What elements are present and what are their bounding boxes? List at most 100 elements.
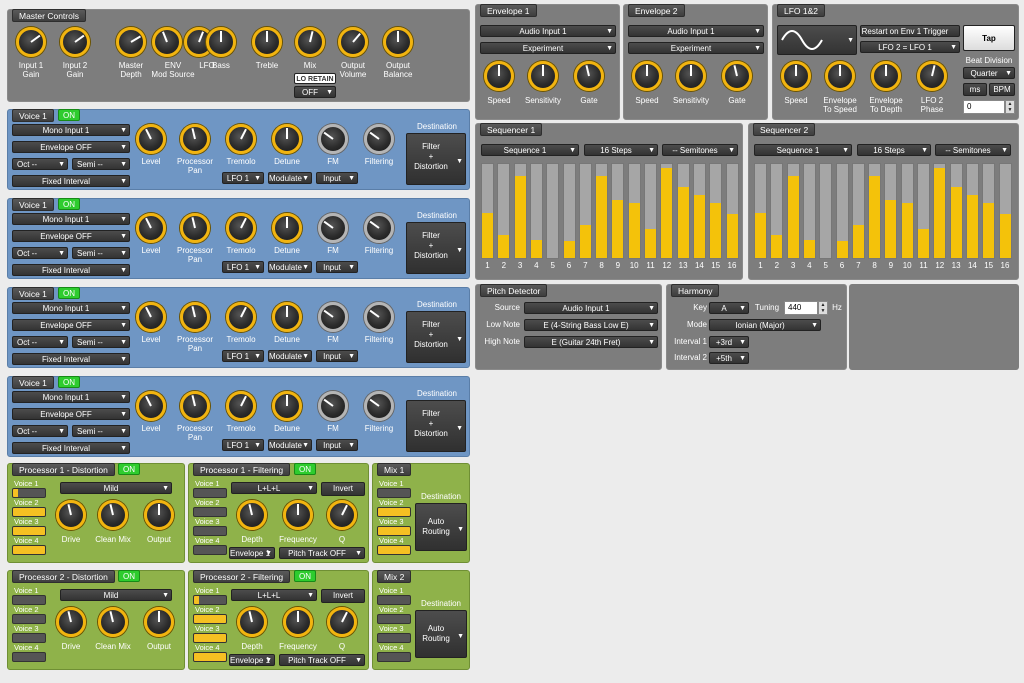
sequencer-step-bar[interactable] — [481, 163, 494, 259]
envelope-mode-select[interactable]: Experiment ▼ — [628, 42, 764, 54]
filtering-mode-select[interactable]: L+L+L ▼ — [231, 589, 317, 601]
distortion-knob-0[interactable] — [56, 500, 86, 530]
distortion-knob-1[interactable] — [98, 500, 128, 530]
beat-division-select[interactable]: Quarter ▼ — [963, 67, 1015, 79]
mix-destination-select[interactable]: Auto Routing ▼ — [415, 503, 467, 551]
envelope-knob-0[interactable] — [484, 61, 514, 91]
voice-knob-5[interactable] — [364, 391, 394, 421]
filtering-pitch-track-select[interactable]: Pitch Track OFF ▼ — [279, 654, 365, 666]
distortion-on-toggle[interactable]: ON — [118, 570, 140, 582]
distortion-voice-slider[interactable] — [12, 595, 46, 605]
voice-oct-select[interactable]: Oct -- ▼ — [12, 158, 68, 170]
voice-fm-source-select[interactable]: Input ▼ — [316, 261, 358, 273]
master-knob-2[interactable] — [116, 27, 146, 57]
sequencer-step-bar[interactable] — [562, 163, 576, 259]
filtering-invert-button[interactable]: Invert — [321, 589, 365, 603]
filtering-depth-source-select[interactable]: Envelope 1 ▼ — [229, 547, 275, 559]
sequencer-step-bar[interactable] — [660, 163, 674, 259]
filtering-voice-slider[interactable] — [193, 614, 227, 624]
lfo-value-input[interactable]: 0 — [963, 100, 1005, 114]
sequencer-step-bar[interactable] — [868, 163, 882, 259]
distortion-voice-slider[interactable] — [12, 545, 46, 555]
sequencer-step-bar[interactable] — [819, 163, 833, 259]
voice-tremolo-source-select[interactable]: LFO 1 ▼ — [222, 350, 264, 362]
voice-knob-3[interactable] — [272, 302, 302, 332]
filtering-on-toggle[interactable]: ON — [294, 463, 316, 475]
sequencer-step-bar[interactable] — [998, 163, 1012, 259]
filtering-voice-slider[interactable] — [193, 545, 227, 555]
master-knob-1[interactable] — [60, 27, 90, 57]
mix-voice-slider[interactable] — [377, 545, 411, 555]
harmony-interval2-select[interactable]: +5th ▼ — [709, 352, 749, 364]
distortion-knob-0[interactable] — [56, 607, 86, 637]
distortion-voice-slider[interactable] — [12, 526, 46, 536]
voice-knob-4[interactable] — [318, 391, 348, 421]
voice-envelope-select[interactable]: Envelope OFF ▼ — [12, 141, 130, 153]
voice-knob-1[interactable] — [180, 391, 210, 421]
envelope-knob-0[interactable] — [632, 61, 662, 91]
envelope-knob-2[interactable] — [722, 61, 752, 91]
filtering-knob-0[interactable] — [237, 607, 267, 637]
voice-fm-source-select[interactable]: Input ▼ — [316, 439, 358, 451]
master-knob-7[interactable] — [295, 27, 325, 57]
sequencer-step-bar[interactable] — [982, 163, 996, 259]
distortion-voice-slider[interactable] — [12, 633, 46, 643]
mix-voice-slider[interactable] — [377, 507, 411, 517]
sequencer-step-bar[interactable] — [546, 163, 560, 259]
voice-knob-0[interactable] — [136, 124, 166, 154]
voice-on-toggle[interactable]: ON — [58, 109, 80, 121]
envelope-knob-1[interactable] — [528, 61, 558, 91]
sequencer-steps-select[interactable]: 16 Steps ▼ — [584, 144, 658, 156]
sequencer-pattern-select[interactable]: Sequence 1 ▼ — [754, 144, 852, 156]
distortion-knob-2[interactable] — [144, 607, 174, 637]
envelope-source-select[interactable]: Audio Input 1 ▼ — [480, 25, 616, 37]
voice-tremolo-source-select[interactable]: LFO 1 ▼ — [222, 261, 264, 273]
sequencer-step-bar[interactable] — [644, 163, 657, 259]
envelope-source-select[interactable]: Audio Input 1 ▼ — [628, 25, 764, 37]
lfo-knob-1[interactable] — [825, 61, 855, 91]
voice-oct-select[interactable]: Oct -- ▼ — [12, 247, 68, 259]
sequencer-step-bar[interactable] — [513, 163, 527, 259]
ms-button[interactable]: ms — [963, 83, 987, 96]
voice-on-toggle[interactable]: ON — [58, 376, 80, 388]
voice-knob-3[interactable] — [272, 213, 302, 243]
filtering-voice-slider[interactable] — [193, 507, 227, 517]
sequencer-step-bar[interactable] — [627, 163, 641, 259]
sequencer-step-bar[interactable] — [770, 163, 784, 259]
distortion-voice-slider[interactable] — [12, 652, 46, 662]
voice-fm-source-select[interactable]: Input ▼ — [316, 350, 358, 362]
sequencer-step-bar[interactable] — [900, 163, 914, 259]
voice-tremolo-source-select[interactable]: LFO 1 ▼ — [222, 439, 264, 451]
mix-destination-select[interactable]: Auto Routing ▼ — [415, 610, 467, 658]
mix-voice-slider[interactable] — [377, 488, 411, 498]
tap-button[interactable]: Tap — [963, 25, 1015, 51]
master-knob-0[interactable] — [16, 27, 46, 57]
voice-envelope-select[interactable]: Envelope OFF ▼ — [12, 230, 130, 242]
filtering-knob-1[interactable] — [283, 607, 313, 637]
harmony-tuning-input[interactable]: 440 — [784, 301, 818, 315]
master-knob-8[interactable] — [338, 27, 368, 57]
bpm-button[interactable]: BPM — [989, 83, 1015, 96]
sequencer-step-bar[interactable] — [884, 163, 898, 259]
filtering-on-toggle[interactable]: ON — [294, 570, 316, 582]
sequencer-step-bar[interactable] — [497, 163, 511, 259]
voice-detune-mode-select[interactable]: Modulate ▼ — [268, 261, 312, 273]
voice-knob-5[interactable] — [364, 213, 394, 243]
lfo-restart-select[interactable]: Restart on Env 1 Trigger — [860, 25, 960, 37]
filtering-mode-select[interactable]: L+L+L ▼ — [231, 482, 317, 494]
envelope-knob-1[interactable] — [676, 61, 706, 91]
sequencer-step-bar[interactable] — [835, 163, 849, 259]
voice-detune-mode-select[interactable]: Modulate ▼ — [268, 350, 312, 362]
voice-interval-select[interactable]: Fixed Interval ▼ — [12, 353, 130, 365]
voice-knob-4[interactable] — [318, 124, 348, 154]
voice-knob-0[interactable] — [136, 302, 166, 332]
sequencer-step-bar[interactable] — [949, 163, 963, 259]
mix-voice-slider[interactable] — [377, 652, 411, 662]
voice-destination-select[interactable]: Filter + Distortion ▼ — [406, 222, 466, 274]
voice-interval-select[interactable]: Fixed Interval ▼ — [12, 175, 130, 187]
sequencer-step-bar[interactable] — [917, 163, 930, 259]
filtering-knob-2[interactable] — [327, 500, 357, 530]
distortion-voice-slider[interactable] — [12, 507, 46, 517]
voice-knob-1[interactable] — [180, 213, 210, 243]
sequencer-step-bar[interactable] — [754, 163, 767, 259]
